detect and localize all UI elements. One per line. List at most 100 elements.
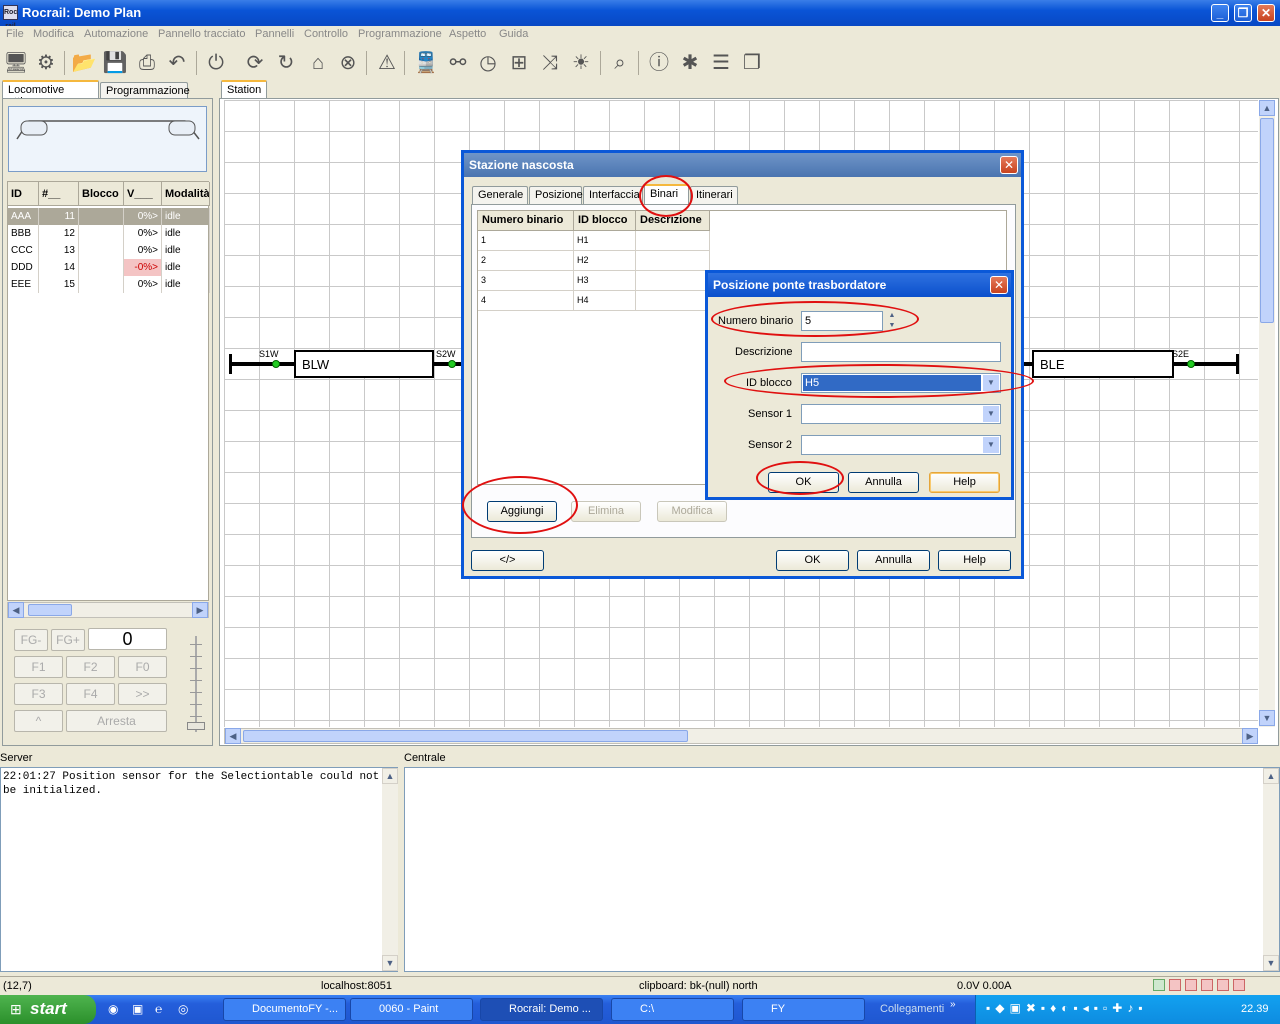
- tab-posizione[interactable]: Posizione: [529, 186, 583, 204]
- refresh-icon[interactable]: ⟳: [241, 49, 269, 77]
- fg-minus-button[interactable]: FG-: [14, 629, 48, 651]
- scroll-up-icon[interactable]: ▲: [1259, 100, 1275, 116]
- task-fy-folder[interactable]: FY: [742, 998, 865, 1021]
- scroll-down-icon[interactable]: ▼: [1259, 710, 1275, 726]
- grid-cell[interactable]: H2: [574, 251, 636, 271]
- scroll-left-icon[interactable]: ◀: [8, 602, 24, 618]
- next-button[interactable]: >>: [118, 683, 167, 705]
- chevron-right-icon[interactable]: »: [950, 999, 956, 1010]
- monitor-icon[interactable]: 🖥: [2, 49, 30, 77]
- menu-pannelli[interactable]: Pannelli: [255, 28, 294, 40]
- table-row[interactable]: AAA 11 0%> idle: [8, 208, 210, 225]
- scroll-right-icon[interactable]: ▶: [192, 602, 208, 618]
- gear-icon[interactable]: ⚙: [32, 49, 60, 77]
- fg-plus-button[interactable]: FG+: [51, 629, 85, 651]
- scroll-up-icon[interactable]: ▲: [1263, 768, 1279, 784]
- slider-thumb[interactable]: [187, 722, 205, 730]
- col-header-num[interactable]: #__: [39, 182, 79, 206]
- block-ble[interactable]: BLE: [1032, 350, 1174, 378]
- f4-button[interactable]: F4: [66, 683, 115, 705]
- plan-vscrollbar[interactable]: ▲ ▼: [1259, 100, 1275, 727]
- locomotive-icon[interactable]: 🚆: [412, 49, 440, 77]
- signal-s2e-icon[interactable]: [1187, 360, 1195, 368]
- chevron-down-icon[interactable]: ▼: [983, 437, 999, 453]
- add-button[interactable]: Aggiungi: [487, 501, 557, 522]
- col-header-speed[interactable]: V___: [124, 182, 162, 206]
- save-icon[interactable]: 💾: [101, 49, 129, 77]
- menu-programmazione[interactable]: Programmazione: [358, 28, 442, 40]
- block-blw[interactable]: BLW: [294, 350, 434, 378]
- menu-aspetto[interactable]: Aspetto: [449, 28, 486, 40]
- cancel-icon[interactable]: ⊗: [334, 49, 362, 77]
- chevron-down-icon[interactable]: ▼: [983, 406, 999, 422]
- grid-cell[interactable]: [636, 291, 710, 311]
- scroll-down-icon[interactable]: ▼: [382, 955, 398, 971]
- block-id-select[interactable]: H5 ▼: [801, 373, 1001, 393]
- menu-guida[interactable]: Guida: [499, 28, 528, 40]
- track-number-stepper[interactable]: 5: [801, 311, 883, 331]
- quicklaunch-icon[interactable]: ▣: [132, 1002, 148, 1018]
- speed-slider[interactable]: [187, 636, 205, 732]
- task-cmd[interactable]: C:\: [611, 998, 734, 1021]
- grid-cell[interactable]: 1: [478, 231, 574, 251]
- info-icon[interactable]: ⓘ: [645, 49, 673, 77]
- menu-automazione[interactable]: Automazione: [84, 28, 148, 40]
- grid-cell[interactable]: 2: [478, 251, 574, 271]
- server-log-pane[interactable]: 22:01:27 Position sensor for the Selecti…: [0, 767, 398, 972]
- grid-header-numero-binario[interactable]: Numero binario: [478, 211, 574, 231]
- col-header-id[interactable]: ID: [8, 182, 39, 206]
- grid-cell[interactable]: H1: [574, 231, 636, 251]
- stop-button[interactable]: Arresta: [66, 710, 167, 732]
- warning-icon[interactable]: ⚠: [373, 49, 401, 77]
- table-row[interactable]: EEE 15 0%> idle: [8, 276, 210, 293]
- menu-file[interactable]: File: [6, 28, 24, 40]
- bridge-cancel-button[interactable]: Annulla: [848, 472, 919, 493]
- shuffle-icon[interactable]: ⤨: [536, 49, 564, 77]
- station-dialog-close-button[interactable]: ✕: [1000, 156, 1018, 174]
- grid-cell[interactable]: [636, 271, 710, 291]
- table-row[interactable]: DDD 14 -0%> idle: [8, 259, 210, 276]
- grid-cell[interactable]: [636, 231, 710, 251]
- scroll-thumb[interactable]: [1260, 118, 1274, 323]
- tab-interfaccia[interactable]: Interfaccia: [583, 186, 643, 204]
- grid-cell[interactable]: H4: [574, 291, 636, 311]
- station-cancel-button[interactable]: Annulla: [857, 550, 930, 571]
- up-button[interactable]: ^: [14, 710, 63, 732]
- f0-button[interactable]: F0: [118, 656, 167, 678]
- network-icon[interactable]: ⊞: [505, 49, 533, 77]
- delete-button[interactable]: Elimina: [571, 501, 641, 522]
- tray-icons[interactable]: ▪◆▣✖▪♦◐▪◂▪▫✚♪▪: [986, 1001, 1148, 1015]
- bug-icon[interactable]: ✱: [676, 49, 704, 77]
- task-documentofy[interactable]: DocumentoFY -...: [223, 998, 346, 1021]
- scroll-thumb[interactable]: [243, 730, 688, 742]
- sensor1-select[interactable]: ▼: [801, 404, 1001, 424]
- scroll-up-icon[interactable]: ▲: [382, 768, 398, 784]
- bridge-dialog-close-button[interactable]: ✕: [990, 276, 1008, 294]
- scroll-right-icon[interactable]: ▶: [1242, 728, 1258, 744]
- print-icon[interactable]: ⎙: [133, 49, 161, 77]
- description-field[interactable]: [801, 342, 1001, 362]
- modify-button[interactable]: Modifica: [657, 501, 727, 522]
- open-folder-icon[interactable]: 📂: [70, 49, 98, 77]
- quicklaunch-icon[interactable]: ◉: [108, 1002, 124, 1018]
- table-row[interactable]: BBB 12 0%> idle: [8, 225, 210, 242]
- grid-cell[interactable]: 3: [478, 271, 574, 291]
- rotate-icon[interactable]: ↻: [272, 49, 300, 77]
- tab-itinerari[interactable]: Itinerari: [690, 186, 738, 204]
- grid-header-descrizione[interactable]: Descrizione: [636, 211, 710, 231]
- bridge-help-button[interactable]: Help: [929, 472, 1000, 493]
- clock-icon[interactable]: ◷: [474, 49, 502, 77]
- quicklaunch-icon[interactable]: ◎: [178, 1002, 194, 1018]
- task-rocrail[interactable]: Rocrail: Demo ...: [480, 998, 603, 1021]
- bridge-ok-button[interactable]: OK: [768, 472, 839, 493]
- quicklaunch-icon[interactable]: ℮: [155, 1002, 171, 1018]
- f3-button[interactable]: F3: [14, 683, 63, 705]
- central-pane[interactable]: ▲ ▼: [404, 767, 1280, 972]
- table-row[interactable]: CCC 13 0%> idle: [8, 242, 210, 259]
- grid-header-id-blocco[interactable]: ID blocco: [574, 211, 636, 231]
- signal-s1w-icon[interactable]: [272, 360, 280, 368]
- col-header-block[interactable]: Blocco: [79, 182, 124, 206]
- station-ok-button[interactable]: OK: [776, 550, 849, 571]
- power-icon[interactable]: ⏻: [202, 49, 230, 77]
- locomotive-table-hscrollbar[interactable]: ◀ ▶: [7, 602, 209, 618]
